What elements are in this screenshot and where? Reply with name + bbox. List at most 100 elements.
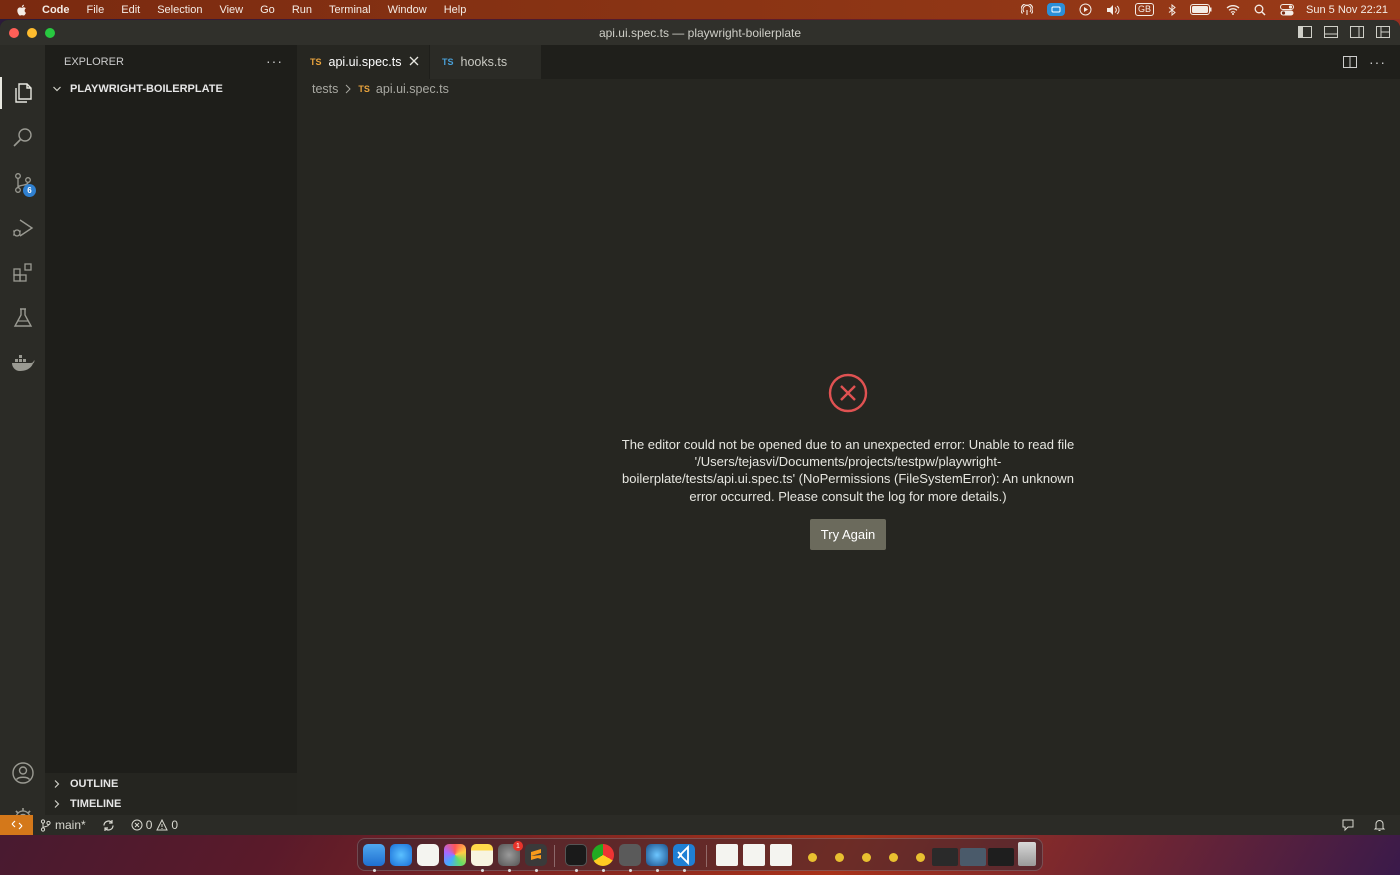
notes-icon[interactable]: [471, 844, 493, 866]
menu-window[interactable]: Window: [388, 4, 427, 16]
timeline-section-header[interactable]: TIMELINE: [45, 794, 297, 814]
sublime-file-icon[interactable]: [808, 853, 817, 862]
spotlight-search-icon[interactable]: [1254, 4, 1266, 16]
outline-section-header[interactable]: OUTLINE: [45, 774, 297, 794]
source-control-icon[interactable]: 6: [10, 170, 36, 197]
close-icon[interactable]: [408, 55, 420, 70]
document-icon[interactable]: [716, 844, 738, 866]
vscode-window: api.ui.spec.ts — playwright-boilerplate …: [0, 20, 1400, 835]
sidebar-bottom-sections: OUTLINE TIMELINE: [45, 773, 297, 815]
document-icon[interactable]: [770, 844, 792, 866]
calculator-icon[interactable]: [619, 844, 641, 866]
screen-share-icon[interactable]: [1047, 3, 1066, 16]
menu-go[interactable]: Go: [260, 4, 275, 16]
tab-label: api.ui.spec.ts: [328, 55, 402, 69]
play-circle-icon[interactable]: [1079, 3, 1092, 16]
airdrop-icon[interactable]: [1021, 3, 1034, 16]
explorer-more-actions-button[interactable]: ···: [266, 53, 283, 69]
sublime-file-icon[interactable]: [835, 853, 844, 862]
activity-bar: 6 1: [0, 45, 45, 831]
menu-selection[interactable]: Selection: [157, 4, 202, 16]
error-message: The editor could not be opened due to an…: [621, 437, 1075, 504]
chevron-right-icon: [51, 779, 63, 789]
tab-hooks[interactable]: TS hooks.ts: [430, 45, 541, 79]
search-icon[interactable]: [10, 125, 36, 151]
typescript-file-icon: TS: [442, 57, 454, 67]
branch-name: main*: [55, 818, 86, 832]
menu-terminal[interactable]: Terminal: [329, 4, 371, 16]
chevron-right-icon: [344, 84, 352, 94]
chrome-icon[interactable]: [592, 844, 614, 866]
remote-icon: [11, 820, 22, 830]
toggle-secondary-sidebar-icon[interactable]: [1350, 25, 1364, 39]
sublime-file-icon[interactable]: [916, 853, 925, 862]
wifi-icon[interactable]: [1226, 4, 1240, 15]
apple-logo-icon[interactable]: [14, 3, 30, 17]
remote-indicator-button[interactable]: [0, 815, 33, 835]
breadcrumb-folder[interactable]: tests: [312, 82, 338, 96]
timeline-label: TIMELINE: [70, 798, 122, 810]
traffic-lights: [9, 28, 63, 38]
source-control-badge: 6: [23, 184, 36, 197]
window-titlebar: api.ui.spec.ts — playwright-boilerplate: [0, 20, 1400, 45]
reminders-icon[interactable]: [417, 844, 439, 866]
safari-icon[interactable]: [390, 844, 412, 866]
sublime-file-icon[interactable]: [889, 853, 898, 862]
menu-run[interactable]: Run: [292, 4, 312, 16]
workspace-folder-name: PLAYWRIGHT-BOILERPLATE: [70, 83, 223, 95]
sublime-file-icon[interactable]: [862, 853, 871, 862]
finder-icon[interactable]: [363, 844, 385, 866]
menu-app-code[interactable]: Code: [42, 4, 70, 16]
editor-tabs: TS api.ui.spec.ts TS hooks.ts ···: [297, 45, 1400, 79]
sync-button[interactable]: [102, 819, 115, 832]
accounts-icon[interactable]: [10, 760, 36, 786]
branch-status[interactable]: main*: [40, 818, 86, 832]
layout-controls: [1286, 25, 1390, 39]
menu-view[interactable]: View: [219, 4, 243, 16]
sublime-text-icon[interactable]: [525, 844, 547, 866]
document-icon[interactable]: [743, 844, 765, 866]
battery-icon[interactable]: [1190, 4, 1212, 15]
run-and-debug-icon[interactable]: [10, 215, 36, 241]
menu-file[interactable]: File: [87, 4, 105, 16]
explorer-icon[interactable]: [10, 80, 36, 106]
bluetooth-icon[interactable]: [1168, 3, 1176, 16]
explorer-sidebar: EXPLORER ··· PLAYWRIGHT-BOILERPLATE OUTL…: [45, 45, 297, 815]
try-again-button[interactable]: Try Again: [809, 518, 887, 550]
warning-icon: [156, 819, 169, 831]
menu-help[interactable]: Help: [444, 4, 467, 16]
input-source-gb[interactable]: GB: [1135, 3, 1155, 16]
menu-edit[interactable]: Edit: [121, 4, 140, 16]
terminal-icon[interactable]: [565, 844, 587, 866]
extensions-icon[interactable]: [10, 260, 36, 286]
control-center-icon[interactable]: [1280, 3, 1295, 16]
feedback-icon[interactable]: [1341, 818, 1355, 832]
tab-api-ui-spec[interactable]: TS api.ui.spec.ts: [297, 45, 429, 79]
zoom-window-button[interactable]: [45, 28, 55, 38]
vscode-icon[interactable]: [673, 844, 695, 866]
menubar-clock[interactable]: Sun 5 Nov 22:21: [1306, 4, 1388, 16]
customize-layout-icon[interactable]: [1376, 25, 1390, 39]
toggle-primary-sidebar-icon[interactable]: [1298, 25, 1312, 39]
minimized-window-thumbnail[interactable]: [960, 848, 986, 866]
docker-whale-icon[interactable]: [10, 350, 36, 376]
minimized-window-thumbnail[interactable]: [932, 848, 958, 866]
explorer-header: EXPLORER ···: [45, 45, 297, 79]
workspace-folder-header[interactable]: PLAYWRIGHT-BOILERPLATE: [45, 79, 297, 99]
problems-status[interactable]: 0 0: [131, 818, 178, 832]
tab-label: hooks.ts: [460, 55, 508, 69]
breadcrumb-file[interactable]: api.ui.spec.ts: [376, 82, 449, 96]
minimized-window-thumbnail[interactable]: [988, 848, 1014, 866]
quicktime-icon[interactable]: [646, 844, 668, 866]
photos-icon[interactable]: [444, 844, 466, 866]
editor-more-actions-button[interactable]: ···: [1369, 55, 1386, 69]
testing-flask-icon[interactable]: [10, 305, 36, 331]
minimize-window-button[interactable]: [27, 28, 37, 38]
notifications-bell-icon[interactable]: [1373, 818, 1386, 832]
typescript-file-icon: TS: [358, 84, 370, 94]
toggle-panel-icon[interactable]: [1324, 25, 1338, 39]
split-editor-icon[interactable]: [1343, 55, 1357, 69]
close-window-button[interactable]: [9, 28, 19, 38]
trash-icon[interactable]: [1018, 842, 1036, 866]
volume-icon[interactable]: [1106, 4, 1121, 16]
